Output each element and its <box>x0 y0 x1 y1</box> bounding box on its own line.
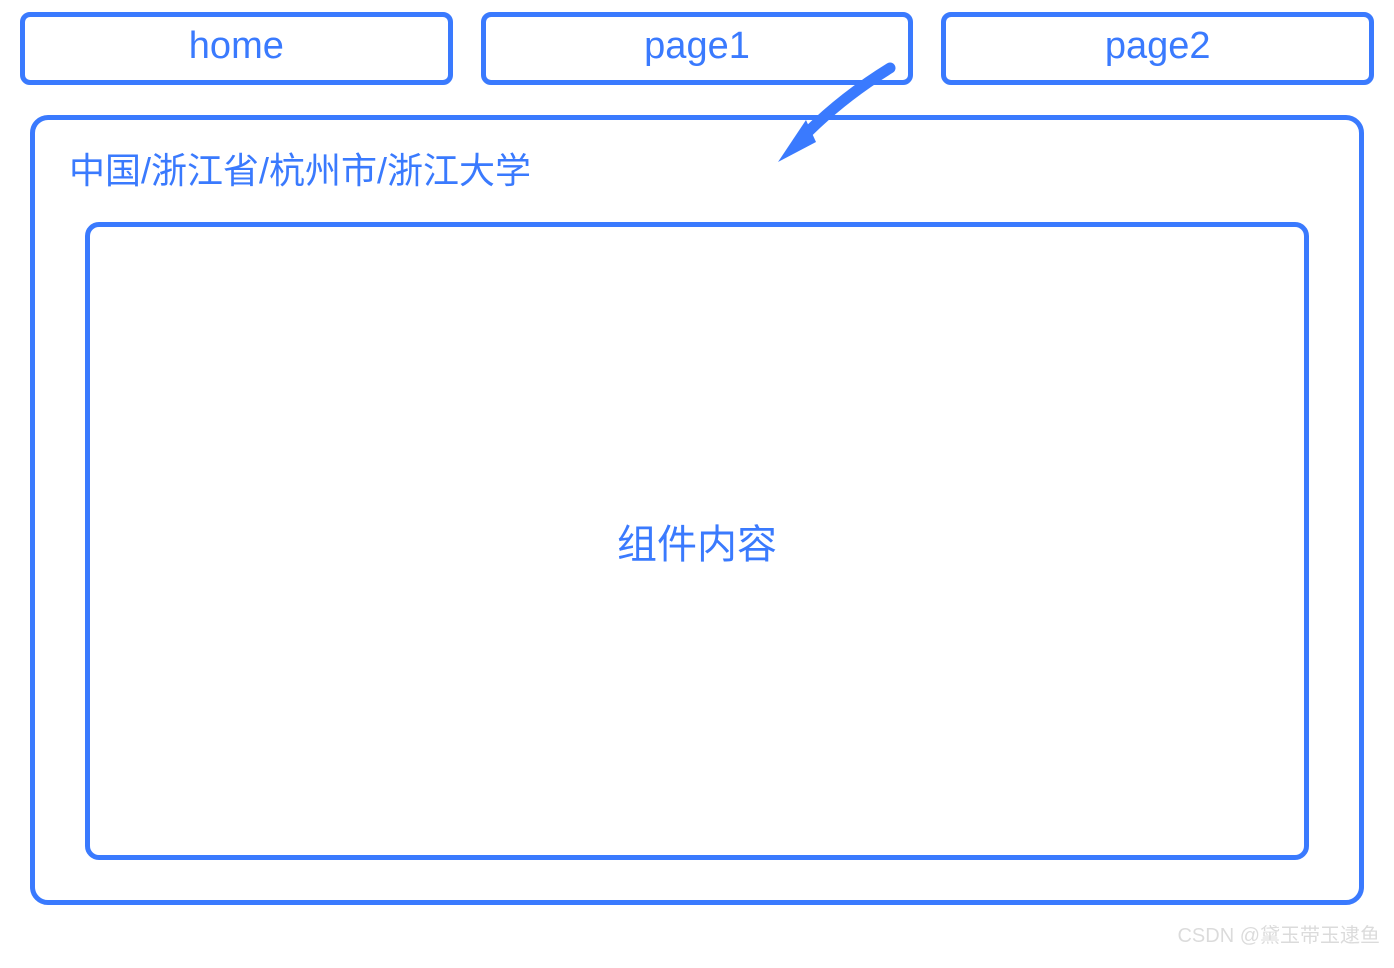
tab-bar: home page1 page2 <box>12 12 1382 85</box>
breadcrumb[interactable]: 中国/浙江省/杭州市/浙江大学 <box>65 142 1329 194</box>
watermark: CSDN @黛玉带玉逮鱼 <box>1177 919 1380 948</box>
tab-home[interactable]: home <box>20 12 453 85</box>
tab-page1[interactable]: page1 <box>481 12 914 85</box>
content-box: 组件内容 <box>85 222 1309 860</box>
tab-label: page2 <box>1105 25 1211 67</box>
main-panel: 中国/浙江省/杭州市/浙江大学 组件内容 <box>30 115 1364 905</box>
tab-page2[interactable]: page2 <box>941 12 1374 85</box>
tab-label: home <box>189 25 284 67</box>
tab-label: page1 <box>644 25 750 67</box>
content-label: 组件内容 <box>617 512 777 570</box>
